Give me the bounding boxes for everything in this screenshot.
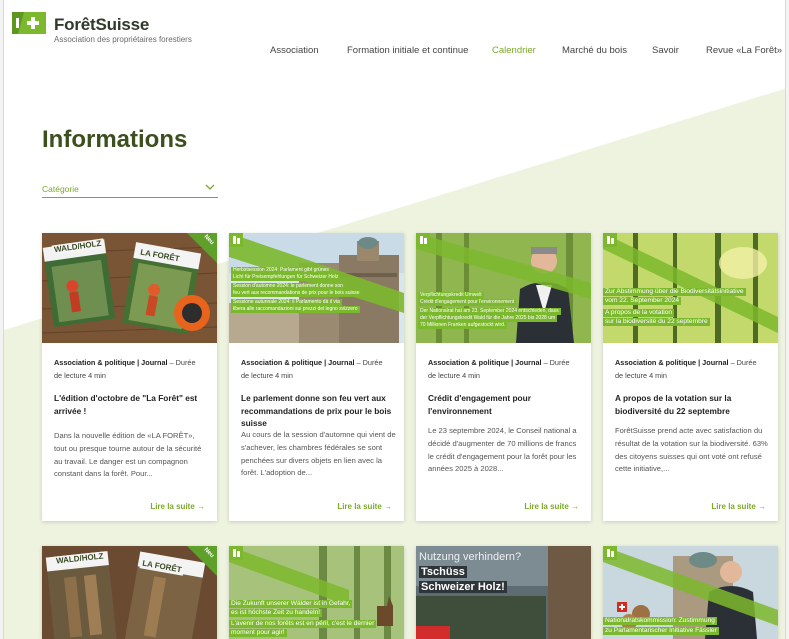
category-filter[interactable]: Catégorie [42,182,218,198]
card-image[interactable]: Herbstsession 2024: Parlament gibt grüne… [229,233,404,343]
image-caption-line: sur la biodiversité du 22 septembre [603,318,710,326]
parliament-portrait-image [603,546,778,639]
chevron-down-icon [205,184,215,190]
image-caption-line: feu vert aux recommandations de prix pou… [231,290,362,297]
news-card[interactable]: Die Zukunft unserer Wälder ist in Gefahr… [229,546,404,639]
card-body: Association & politique | Journal – Duré… [603,343,778,521]
image-caption-line: Session d'automne 2024: le parlement don… [231,283,345,290]
image-caption-line: Licht für Preisempfehlungen für Schweize… [231,274,341,281]
category-filter-label: Catégorie [42,184,79,194]
image-caption-line: libera alle raccomandazioni sui prezzi d… [231,306,360,313]
card-meta: Association & politique | Journal – Duré… [241,356,392,382]
card-body: Association & politique | Journal – Duré… [416,343,591,521]
image-caption-line: Zur Abstimmung über die Biodiversitätsin… [603,288,746,296]
card-category[interactable]: Association & politique | Journal [428,358,542,367]
news-card[interactable]: WALD/HOLZ LA FORÊT Neu Association & pol… [42,233,217,521]
card-title[interactable]: L'édition d'octobre de "La Forêt" est ar… [54,392,209,417]
image-caption-line: L'avenir de nos forêts est en péril, c'e… [229,620,377,628]
card-category[interactable]: Association & politique | Journal [241,358,355,367]
card-image[interactable]: Verpflichtungskredit Umwelt Crédit d'eng… [416,233,591,343]
logo-icon[interactable] [12,12,46,34]
image-caption-line: es ist höchste Zeit zu handeln! [229,609,323,617]
card-image[interactable]: WALD/HOLZ LA FORÊT Neu [42,233,217,343]
brand-tagline: Association des propriétaires forestiers [54,35,192,44]
image-caption-line: Die Zukunft unserer Wälder ist in Gefahr… [229,600,353,608]
nav-item-formation[interactable]: Formation initiale et continue [347,45,468,56]
card-meta: Association & politique | Journal – Duré… [428,356,579,382]
news-card[interactable]: Verpflichtungskredit Umwelt Crédit d'eng… [416,233,591,521]
read-more-link[interactable]: Lire la suite → [524,502,579,511]
nav-item-calendrier[interactable]: Calendrier [492,45,536,56]
nav-item-association[interactable]: Association [270,45,319,56]
card-category[interactable]: Association & politique | Journal [54,358,168,367]
card-meta: Association & politique | Journal – Duré… [615,356,766,382]
image-caption-line: Nationalratskommission: Zustimmung [603,617,717,625]
image-caption-line: Verpflichtungskredit Umwelt [418,292,484,299]
image-caption-line: Tschüss [419,566,467,578]
card-excerpt: Au cours de la session d'automne qui vie… [241,430,396,478]
nav-item-revue[interactable]: Revue «La Forêt» [706,45,782,56]
nav-item-marche-du-bois[interactable]: Marché du bois [562,45,627,56]
image-caption-line: 70 Millionen Franken aufgestockt wird. [418,322,508,329]
page-title: Informations [42,126,188,153]
image-caption-line: Schweizer Holz! [419,581,507,593]
card-image[interactable]: Zur Abstimmung über die Biodiversitätsin… [603,233,778,343]
image-caption-line: A propos de la votation [603,309,675,317]
site-header: ForêtSuisse Association des propriétaire… [4,0,785,70]
brand-name[interactable]: ForêtSuisse [54,15,149,35]
card-category[interactable]: Association & politique | Journal [615,358,729,367]
image-caption-line: der Verpflichtungskredit Wald für die Ja… [418,315,558,322]
news-card[interactable]: WALD/HOLZ LA FORÊT Neu [42,546,217,639]
image-caption-line: Sessione autunnale 2024: il Parlamento d… [231,299,342,306]
card-body: Association & politique | Journal – Duré… [42,343,217,521]
image-caption-line: Herbstsession 2024: Parlament gibt grüne… [231,267,331,274]
image-headline: Nutzung verhindern? [419,551,522,563]
news-card[interactable]: Nationalratskommission: Zustimmung zu Pa… [603,546,778,639]
image-caption-line: vom 22. September 2024 [603,297,682,305]
card-image[interactable]: Nutzung verhindern? Tschüss Schweizer Ho… [416,546,591,639]
card-image[interactable]: Die Zukunft unserer Wälder ist in Gefahr… [229,546,404,639]
card-image[interactable]: Nationalratskommission: Zustimmung zu Pa… [603,546,778,639]
nav-item-savoir[interactable]: Savoir [652,45,679,56]
read-more-link[interactable]: Lire la suite → [337,502,392,511]
image-caption-line: Der Nationalrat hat am 23. September 202… [418,308,561,315]
card-body: Association & politique | Journal – Duré… [229,343,404,521]
news-card[interactable]: Zur Abstimmung über die Biodiversitätsin… [603,233,778,521]
card-title[interactable]: Crédit d'engagement pour l'environnement [428,392,583,417]
news-card[interactable]: Nutzung verhindern? Tschüss Schweizer Ho… [416,546,591,639]
read-more-link[interactable]: Lire la suite → [150,502,205,511]
news-card[interactable]: Herbstsession 2024: Parlament gibt grüne… [229,233,404,521]
page: ForêtSuisse Association des propriétaire… [3,0,786,639]
card-excerpt: Dans la nouvelle édition de «LA FORÊT», … [54,431,202,479]
image-caption-line: moment pour agir! [229,629,287,637]
card-title[interactable]: A propos de la votation sur la biodivers… [615,392,770,417]
card-excerpt: ForêtSuisse prend acte avec satisfaction… [615,426,768,474]
image-caption-line: zu Parlamentarischer Initiative Fässler [603,627,719,635]
card-image[interactable]: WALD/HOLZ LA FORÊT Neu [42,546,217,639]
read-more-link[interactable]: Lire la suite → [711,502,766,511]
card-meta: Association & politique | Journal – Duré… [54,356,205,382]
card-title[interactable]: Le parlement donne son feu vert aux reco… [241,392,396,430]
card-excerpt: Le 23 septembre 2024, le Conseil nationa… [428,426,577,474]
image-caption-line: Crédit d'engagement pour l'environnement [418,299,517,306]
